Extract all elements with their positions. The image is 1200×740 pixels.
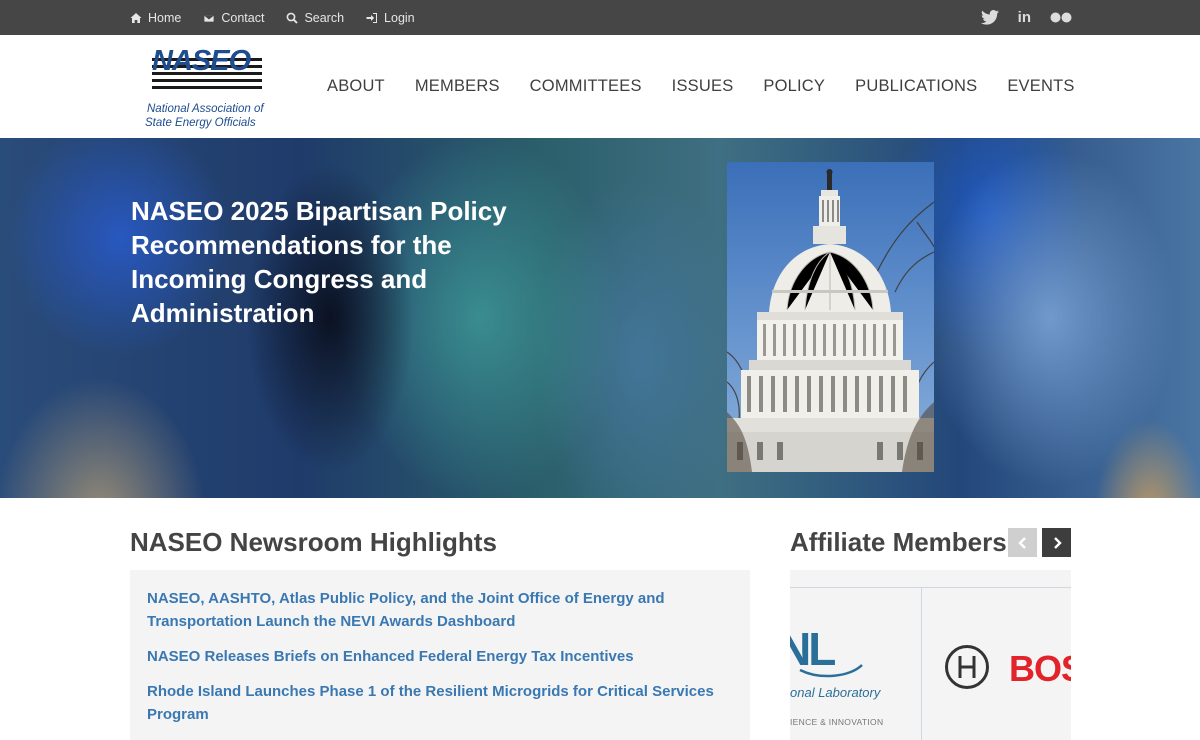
home-link-label: Home xyxy=(148,10,182,25)
contact-link[interactable]: Contact xyxy=(203,11,264,25)
nav-members[interactable]: MEMBERS xyxy=(415,77,500,96)
hero-title[interactable]: NASEO 2025 Bipartisan Policy Recommendat… xyxy=(131,194,551,330)
nav-issues[interactable]: ISSUES xyxy=(672,77,734,96)
contact-link-label: Contact xyxy=(221,10,265,25)
envelope-icon xyxy=(203,12,215,24)
bosch-logo-text: BOS xyxy=(1009,648,1071,689)
bosch-logo[interactable]: BOS xyxy=(945,645,1071,695)
logo-tagline-line1: National Association of xyxy=(147,103,264,115)
utility-links: Home Contact Search Login xyxy=(130,0,437,35)
nav-policy[interactable]: POLICY xyxy=(763,77,825,96)
logo-tagline-line2: State Energy Officials xyxy=(145,117,256,129)
site-header: NASEO National Association of State Ener… xyxy=(0,35,1200,138)
affiliate-logo-carousel: NL onal Laboratory IENCE & INNOVATION BO… xyxy=(790,570,1071,740)
nav-committees[interactable]: COMMITTEES xyxy=(530,77,642,96)
nav-publications[interactable]: PUBLICATIONS xyxy=(855,77,977,96)
newsroom-heading: NASEO Newsroom Highlights xyxy=(130,527,497,557)
news-item-nevi-dashboard[interactable]: NASEO, AASHTO, Atlas Public Policy, and … xyxy=(147,587,733,633)
chevron-right-icon xyxy=(1053,536,1062,549)
nrel-logo-letters: NL xyxy=(790,623,836,675)
login-link-label: Login xyxy=(384,10,415,25)
search-icon xyxy=(286,12,299,24)
linkedin-icon-text: in xyxy=(1017,9,1031,26)
nrel-logo-sub: IENCE & INNOVATION xyxy=(790,717,884,727)
nav-events[interactable]: EVENTS xyxy=(1007,77,1074,96)
logo-wordmark: NASEO xyxy=(152,45,251,77)
us-capitol-dome-photo[interactable] xyxy=(727,162,934,472)
search-link-label: Search xyxy=(304,10,345,25)
news-item-tax-incentives[interactable]: NASEO Releases Briefs on Enhanced Federa… xyxy=(147,645,733,668)
carousel-divider xyxy=(921,587,922,740)
hero-banner: NASEO 2025 Bipartisan Policy Recommendat… xyxy=(0,138,1200,498)
naseo-logo[interactable]: NASEO National Association of State Ener… xyxy=(144,45,264,129)
newsroom-list: NASEO, AASHTO, Atlas Public Policy, and … xyxy=(130,570,750,740)
chevron-left-icon xyxy=(1017,536,1026,549)
carousel-prev-button[interactable] xyxy=(1008,528,1037,557)
bosch-armature-icon xyxy=(945,645,989,689)
main-navigation: ABOUT MEMBERS COMMITTEES ISSUES POLICY P… xyxy=(327,35,1105,138)
home-icon xyxy=(130,12,142,24)
carousel-next-button[interactable] xyxy=(1042,528,1071,557)
login-link[interactable]: Login xyxy=(366,11,415,25)
nrel-logo[interactable]: NL onal Laboratory IENCE & INNOVATION xyxy=(790,610,921,740)
login-icon xyxy=(366,12,378,24)
affiliate-members-heading: Affiliate Members xyxy=(790,527,1007,557)
linkedin-icon[interactable]: in xyxy=(1018,9,1031,26)
nrel-logo-label: onal Laboratory xyxy=(790,685,881,700)
news-item-resilient-microgrids[interactable]: Rhode Island Launches Phase 1 of the Res… xyxy=(147,680,733,726)
flickr-icon[interactable] xyxy=(1050,12,1072,23)
carousel-top-border xyxy=(790,587,1071,588)
nav-about[interactable]: ABOUT xyxy=(327,77,385,96)
twitter-icon[interactable] xyxy=(980,10,999,25)
capitol-illustration xyxy=(727,169,934,472)
top-utility-bar: Home Contact Search Login in xyxy=(0,0,1200,35)
search-link[interactable]: Search xyxy=(286,11,344,25)
social-links: in xyxy=(962,0,1072,35)
home-link[interactable]: Home xyxy=(130,11,181,25)
